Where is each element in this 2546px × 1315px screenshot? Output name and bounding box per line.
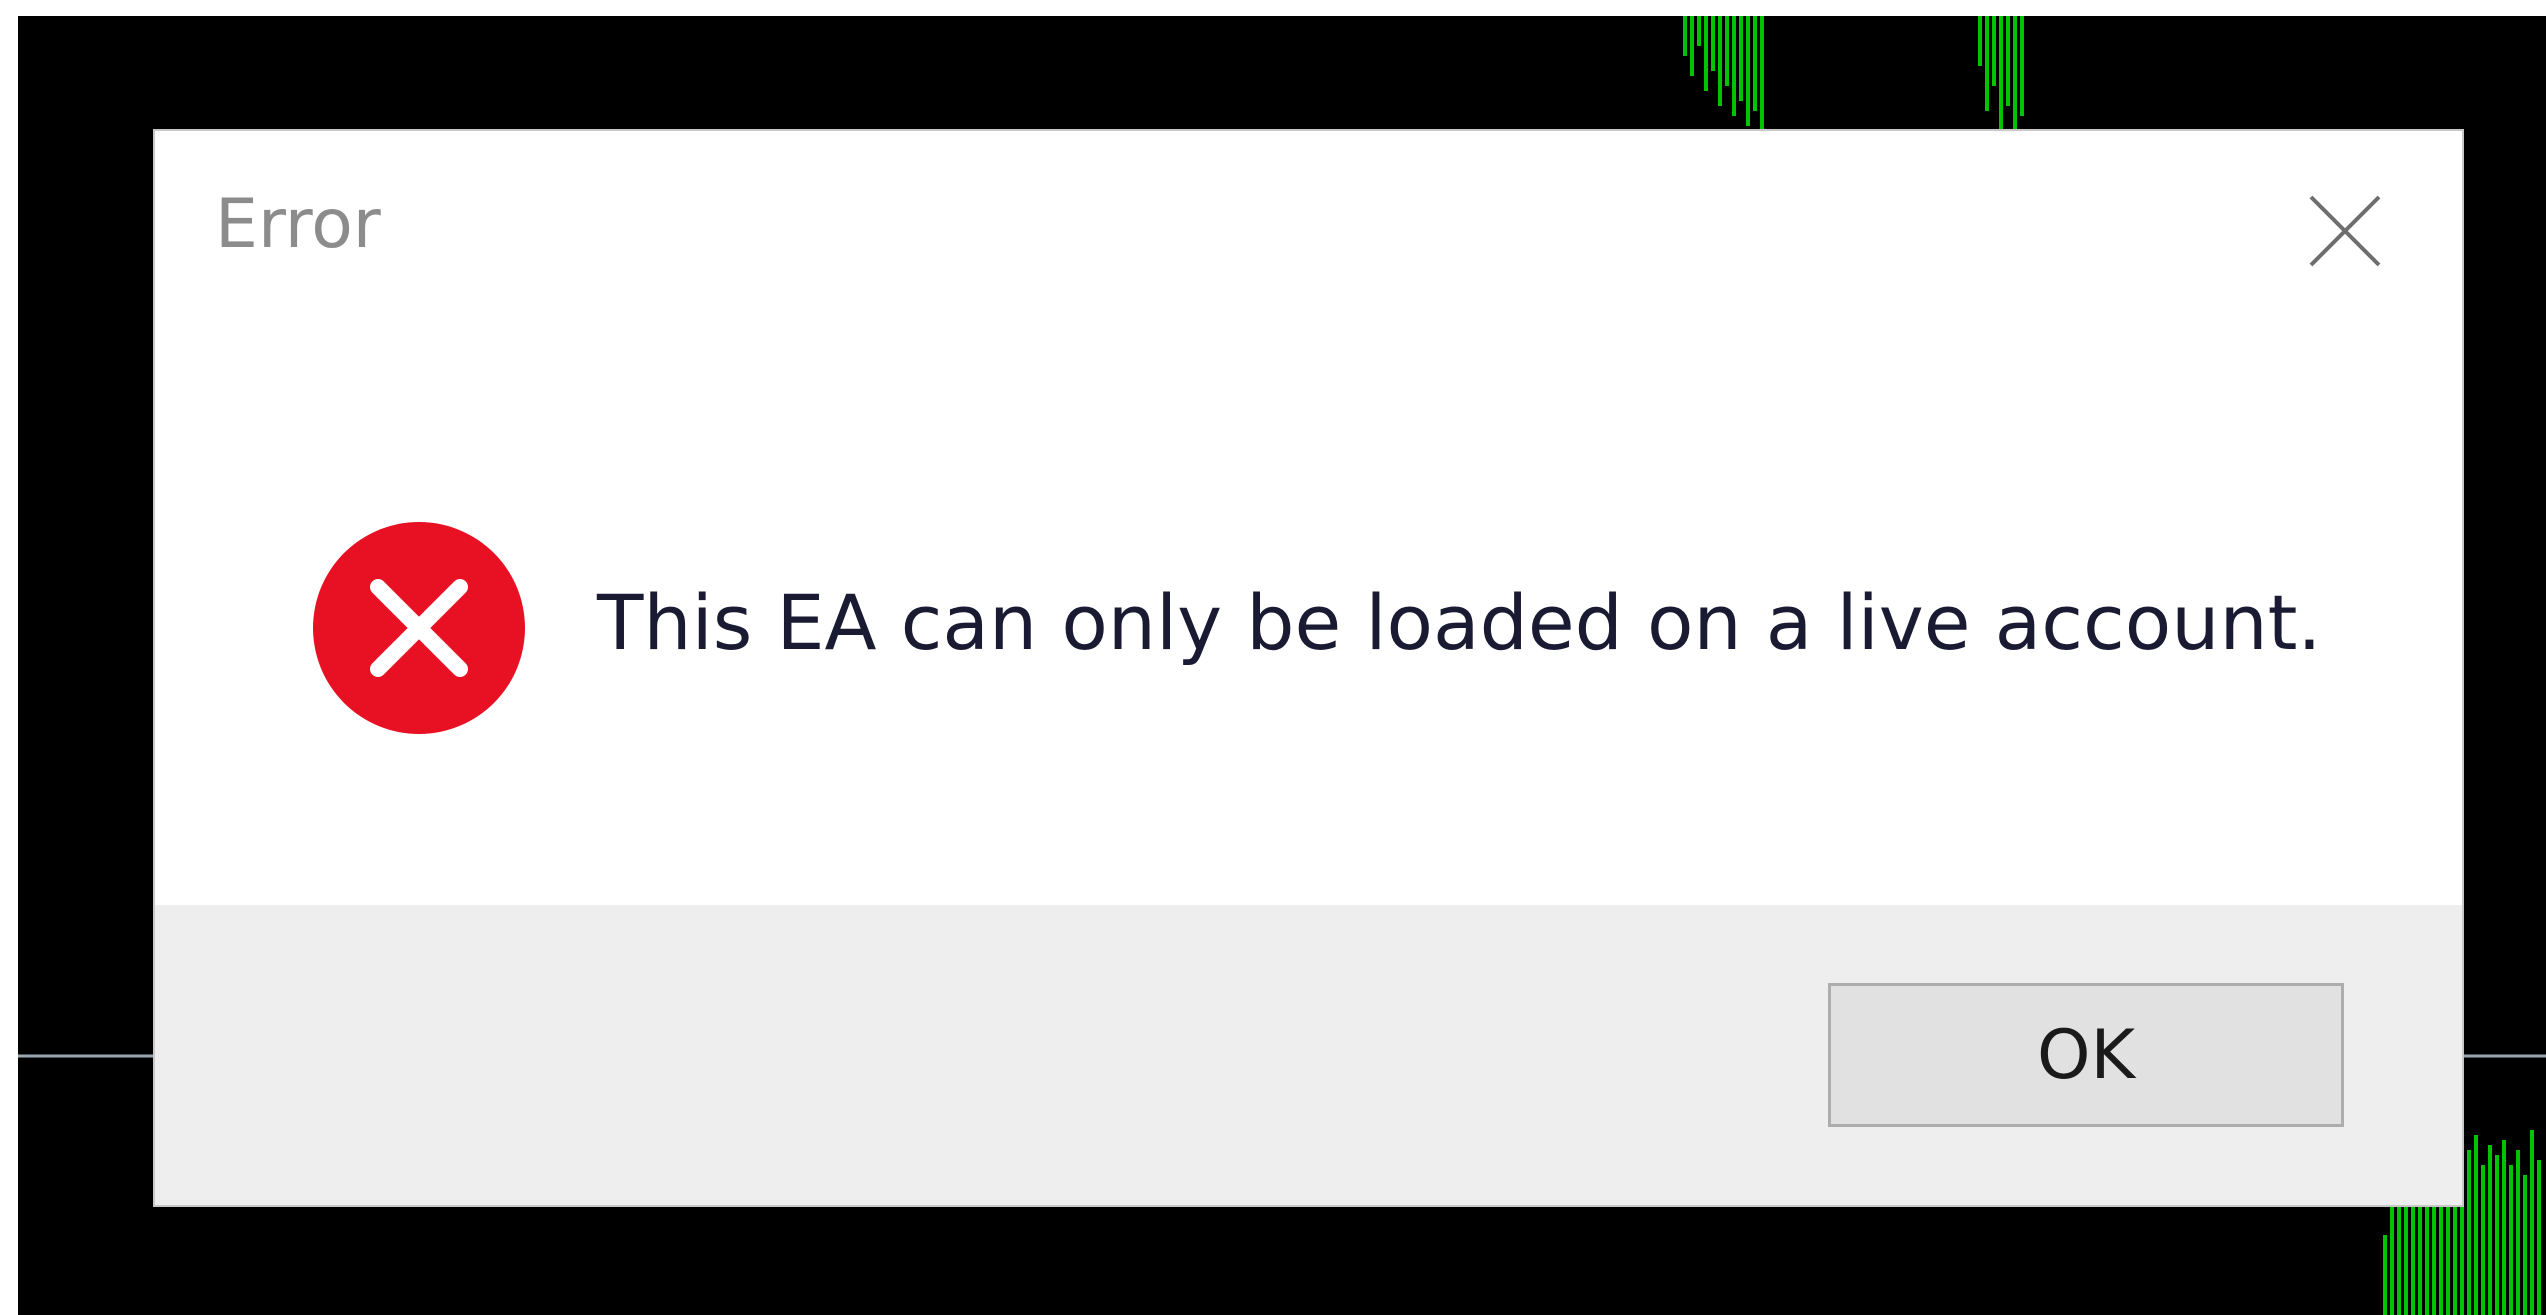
candle-bar [2537,1160,2541,1315]
ok-button[interactable]: OK [1828,983,2344,1127]
candle-bar [2467,1150,2471,1315]
candle-bar [1711,16,1715,71]
candle-bar [1978,16,1982,66]
candle-bar [1697,16,1701,46]
candle-bar [2474,1135,2478,1315]
dialog-title: Error [215,185,381,264]
candle-bar [2523,1175,2527,1315]
candle-bar [1992,16,1996,86]
candle-bar [2502,1140,2506,1315]
candle-bar [1739,16,1743,101]
candle-bar [1985,16,1989,111]
candle-bar [2516,1150,2520,1315]
candle-bar [1746,16,1750,126]
error-dialog: Error This EA can only be loaded on a li… [155,131,2462,1205]
error-message: This EA can only be loaded on a live acc… [597,578,2322,667]
candle-bar [1690,16,1694,76]
candle-bar [2006,16,2010,106]
candle-bar [2383,1235,2387,1315]
candle-bar [1999,16,2003,131]
candle-bar [1683,16,1687,56]
candle-bar [2397,1205,2401,1315]
candle-bar [1718,16,1722,106]
error-icon [313,522,525,734]
candle-bar [2509,1165,2513,1315]
candle-bar [1760,16,1764,136]
candle-bar [2425,1195,2429,1315]
candle-bar [1725,16,1729,86]
candle-bar [2013,16,2017,136]
close-icon [2309,195,2381,267]
candle-bar [1704,16,1708,91]
close-button[interactable] [2297,183,2393,279]
candle-bar [2488,1145,2492,1315]
dialog-footer: OK [155,905,2462,1205]
candle-bar [2020,16,2024,116]
candle-bar [2481,1165,2485,1315]
candle-bar [1732,16,1736,116]
candle-bar [2495,1155,2499,1315]
candle-bar [2530,1130,2534,1315]
candles-top-group [1683,16,2024,136]
screen: Error This EA can only be loaded on a li… [0,0,2546,1315]
candle-bar [1753,16,1757,111]
